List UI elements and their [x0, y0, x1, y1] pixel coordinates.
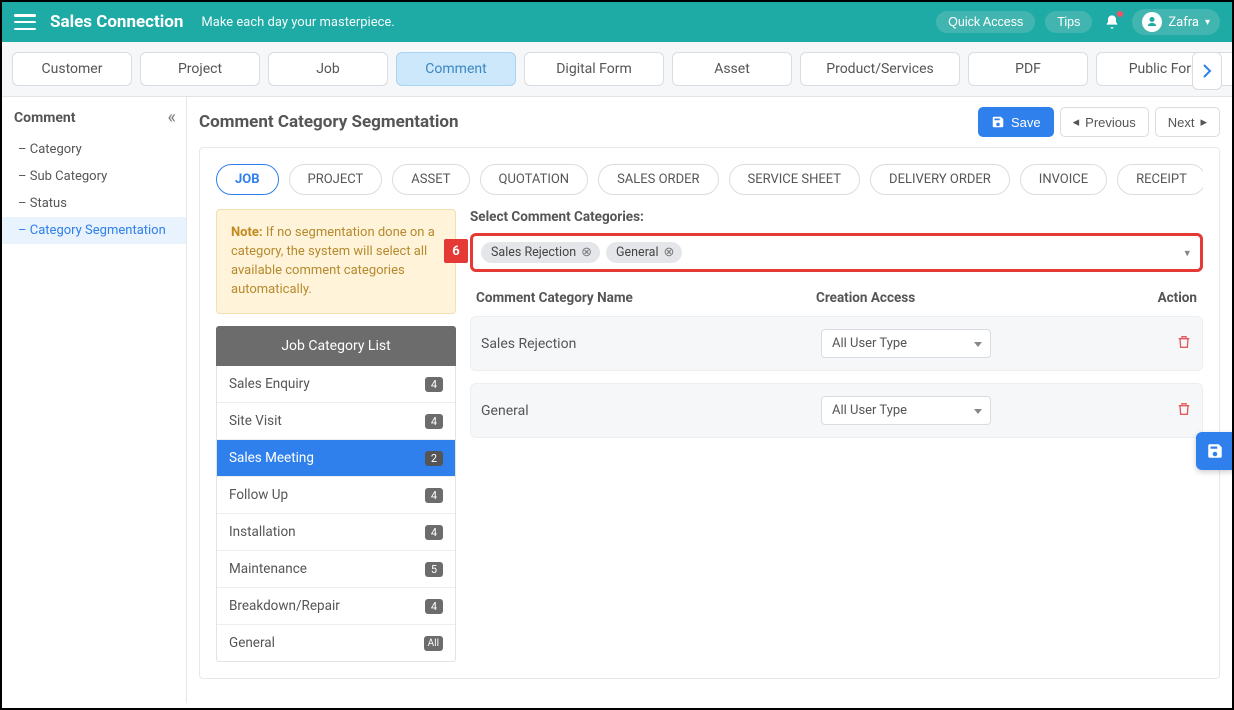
delete-icon[interactable] [1176, 402, 1192, 421]
sub-tabs: JOB PROJECT ASSET QUOTATION SALES ORDER … [216, 164, 1203, 195]
side-item-category[interactable]: – Category [14, 136, 186, 163]
access-select[interactable]: All User Type [821, 396, 991, 425]
category-list: Sales Enquiry4 Site Visit4 Sales Meeting… [216, 366, 456, 662]
nav-tab-project[interactable]: Project [140, 52, 260, 86]
user-name: Zafra [1168, 15, 1199, 30]
chevron-left-icon: ◂ [1073, 114, 1080, 130]
nav-tab-customer[interactable]: Customer [12, 52, 132, 86]
note-box: Note: If no segmentation done on a categ… [216, 209, 456, 314]
nav-tab-comment[interactable]: Comment [396, 52, 516, 86]
cat-item-sales-enquiry[interactable]: Sales Enquiry4 [217, 366, 455, 403]
avatar-icon [1142, 12, 1162, 32]
nav-tab-job[interactable]: Job [268, 52, 388, 86]
save-button[interactable]: Save [978, 107, 1054, 137]
sub-tab-project[interactable]: PROJECT [289, 164, 383, 195]
row-name: General [481, 403, 821, 419]
floating-save-button[interactable] [1196, 432, 1234, 470]
nav-tab-digital-form[interactable]: Digital Form [524, 52, 664, 86]
delete-icon[interactable] [1176, 335, 1192, 354]
th-action: Action [1137, 290, 1197, 306]
notification-dot [1116, 10, 1124, 18]
chevron-right-icon [1202, 64, 1212, 78]
chevron-down-icon: ▾ [1184, 246, 1190, 259]
sub-tab-receipt[interactable]: RECEIPT [1117, 164, 1203, 195]
sub-tab-invoice[interactable]: INVOICE [1020, 164, 1107, 195]
topbar: Sales Connection Make each day your mast… [2, 2, 1232, 42]
sub-tab-asset[interactable]: ASSET [392, 164, 469, 195]
nav-tab-pdf[interactable]: PDF [968, 52, 1088, 86]
sub-tab-service-sheet[interactable]: SERVICE SHEET [729, 164, 861, 195]
menu-icon[interactable] [14, 14, 36, 30]
brand: Sales Connection [50, 12, 183, 32]
next-button[interactable]: Next▸ [1155, 107, 1220, 137]
chip-remove-icon[interactable]: ⊗ [664, 245, 675, 260]
nav-tab-asset[interactable]: Asset [672, 52, 792, 86]
tips-button[interactable]: Tips [1045, 11, 1092, 33]
sub-tab-quotation[interactable]: QUOTATION [480, 164, 589, 195]
side-item-category-segmentation[interactable]: – Category Segmentation [2, 217, 186, 244]
nav-tab-product-services[interactable]: Product/Services [800, 52, 960, 86]
user-menu[interactable]: Zafra ▾ [1132, 9, 1220, 35]
sub-tab-sales-order[interactable]: SALES ORDER [598, 164, 718, 195]
category-list-header: Job Category List [216, 326, 456, 366]
nav-tabs: Customer Project Job Comment Digital For… [2, 42, 1232, 97]
chip-remove-icon[interactable]: ⊗ [581, 245, 592, 260]
access-select[interactable]: All User Type [821, 329, 991, 358]
cat-item-follow-up[interactable]: Follow Up4 [217, 477, 455, 514]
save-icon [991, 115, 1005, 129]
main: Comment Category Segmentation Save ◂Prev… [187, 97, 1232, 703]
cat-item-breakdown-repair[interactable]: Breakdown/Repair4 [217, 588, 455, 625]
th-name: Comment Category Name [476, 290, 816, 306]
chevron-right-icon: ▸ [1200, 114, 1207, 130]
side-item-sub-category[interactable]: – Sub Category [14, 163, 186, 190]
collapse-icon[interactable]: « [168, 107, 176, 128]
cat-item-sales-meeting[interactable]: Sales Meeting2 [217, 440, 455, 477]
callout-marker: 6 [444, 239, 468, 263]
select-categories-label: Select Comment Categories: [470, 209, 1203, 225]
sub-tab-delivery-order[interactable]: DELIVERY ORDER [870, 164, 1010, 195]
note-label: Note: [231, 225, 263, 240]
cat-item-maintenance[interactable]: Maintenance5 [217, 551, 455, 588]
th-access: Creation Access [816, 290, 1016, 306]
sub-tab-job[interactable]: JOB [216, 164, 279, 195]
tagline: Make each day your masterpiece. [201, 15, 394, 30]
side-item-status[interactable]: – Status [14, 190, 186, 217]
quick-access-button[interactable]: Quick Access [936, 11, 1035, 33]
categories-table: Comment Category Name Creation Access Ac… [470, 290, 1203, 438]
chip-sales-rejection[interactable]: Sales Rejection⊗ [481, 242, 600, 263]
side-nav: Comment « – Category – Sub Category – St… [2, 97, 187, 703]
chevron-down-icon: ▾ [1205, 17, 1210, 28]
cat-item-installation[interactable]: Installation4 [217, 514, 455, 551]
cat-item-site-visit[interactable]: Site Visit4 [217, 403, 455, 440]
save-icon [1206, 442, 1224, 460]
row-name: Sales Rejection [481, 336, 821, 352]
previous-button[interactable]: ◂Previous [1060, 107, 1149, 137]
notifications-icon[interactable] [1102, 12, 1122, 32]
cat-item-general[interactable]: GeneralAll [217, 625, 455, 661]
table-row: Sales Rejection All User Type [470, 316, 1203, 371]
table-row: General All User Type [470, 383, 1203, 438]
comment-categories-multiselect[interactable]: Sales Rejection⊗ General⊗ ▾ [470, 233, 1203, 272]
side-title: Comment [14, 110, 75, 126]
chip-general[interactable]: General⊗ [606, 242, 682, 263]
page-title: Comment Category Segmentation [199, 112, 459, 132]
nav-scroll-right[interactable] [1192, 52, 1222, 90]
